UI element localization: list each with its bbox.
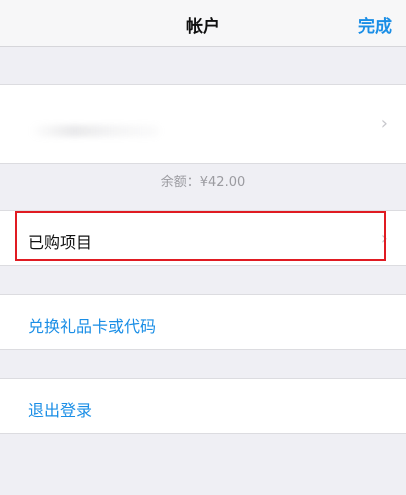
sign-out-row[interactable]: 退出登录 [0,378,406,434]
balance-text: 余额：¥42.00 [160,175,246,190]
page-title: 帐户 [186,17,220,37]
done-button[interactable]: 完成 [358,12,392,37]
sign-out-label: 退出登录 [28,401,93,420]
purchased-items-row[interactable]: 已购项目 › [0,210,406,266]
navigation-bar: 帐户 完成 [0,0,406,47]
redeem-gift-card-row[interactable]: 兑换礼品卡或代码 [0,294,406,350]
chevron-right-icon: › [380,228,388,249]
redeem-gift-card-label: 兑换礼品卡或代码 [28,317,157,336]
masked-account-name [30,125,160,137]
purchased-items-label: 已购项目 [28,233,93,252]
account-row[interactable]: › [0,84,406,164]
chevron-right-icon: › [380,113,388,134]
